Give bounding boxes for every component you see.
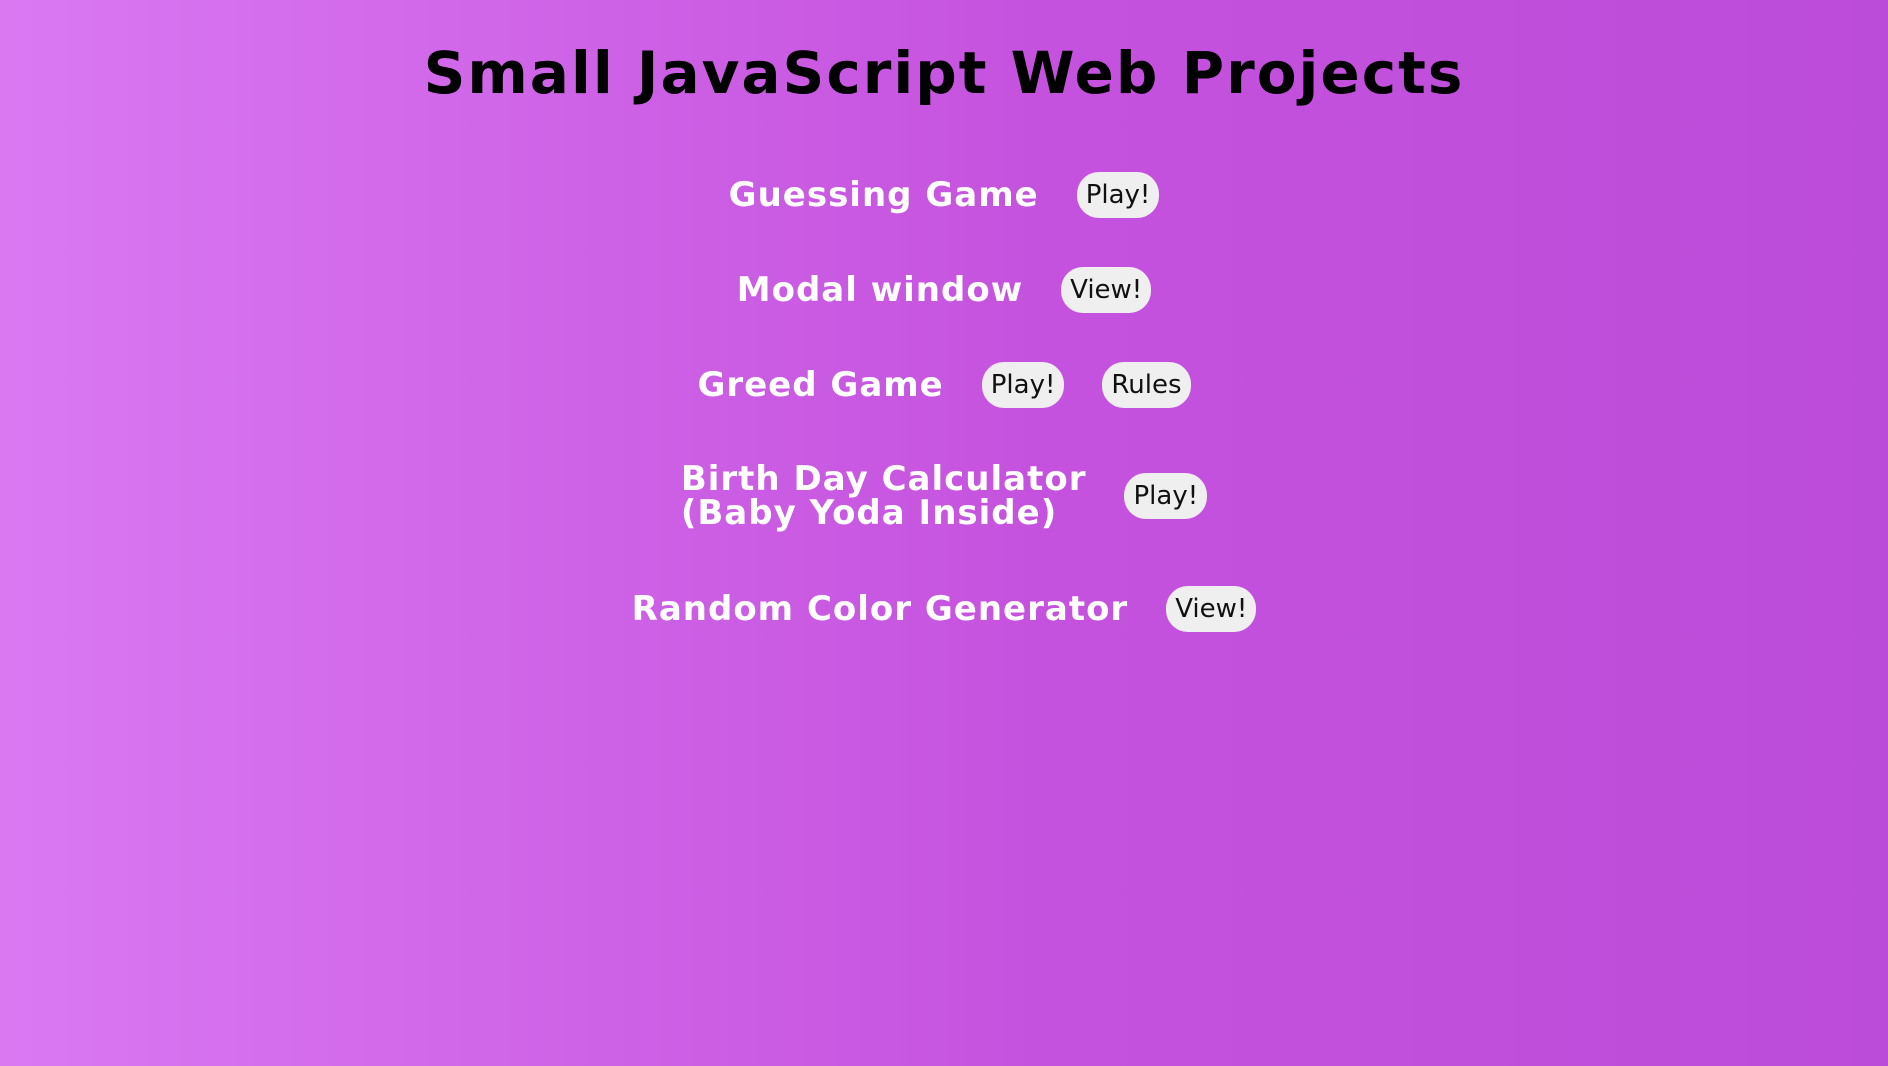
project-row-modal-window: Modal window View! <box>0 267 1888 313</box>
project-title-line: Greed Game <box>697 365 944 405</box>
project-title: Birth Day Calculator (Baby Yoda Inside) <box>681 462 1087 530</box>
project-title: Greed Game <box>697 368 943 402</box>
project-title-line: Modal window <box>736 270 1024 310</box>
play-button[interactable]: Play! <box>1124 473 1208 519</box>
page-title: Small JavaScript Web Projects <box>423 39 1465 107</box>
view-button[interactable]: View! <box>1061 267 1152 313</box>
project-row-guessing-game: Guessing Game Play! <box>0 172 1888 218</box>
play-button[interactable]: Play! <box>981 362 1065 408</box>
project-row-greed-game: Greed Game Play! Rules <box>0 362 1888 408</box>
rules-button[interactable]: Rules <box>1102 362 1191 408</box>
project-title-line: Birth Day Calculator <box>680 459 1087 499</box>
view-button[interactable]: View! <box>1166 586 1257 632</box>
project-title-line: Guessing Game <box>728 175 1039 215</box>
project-title: Random Color Generator <box>632 592 1129 626</box>
project-row-birth-day-calculator: Birth Day Calculator (Baby Yoda Inside) … <box>0 462 1888 530</box>
play-button[interactable]: Play! <box>1076 172 1160 218</box>
project-row-random-color-generator: Random Color Generator View! <box>0 586 1888 632</box>
project-title: Guessing Game <box>729 178 1039 212</box>
project-title: Modal window <box>737 273 1023 307</box>
project-title-line: (Baby Yoda Inside) <box>680 493 1058 533</box>
project-title-line: Random Color Generator <box>631 589 1129 629</box>
